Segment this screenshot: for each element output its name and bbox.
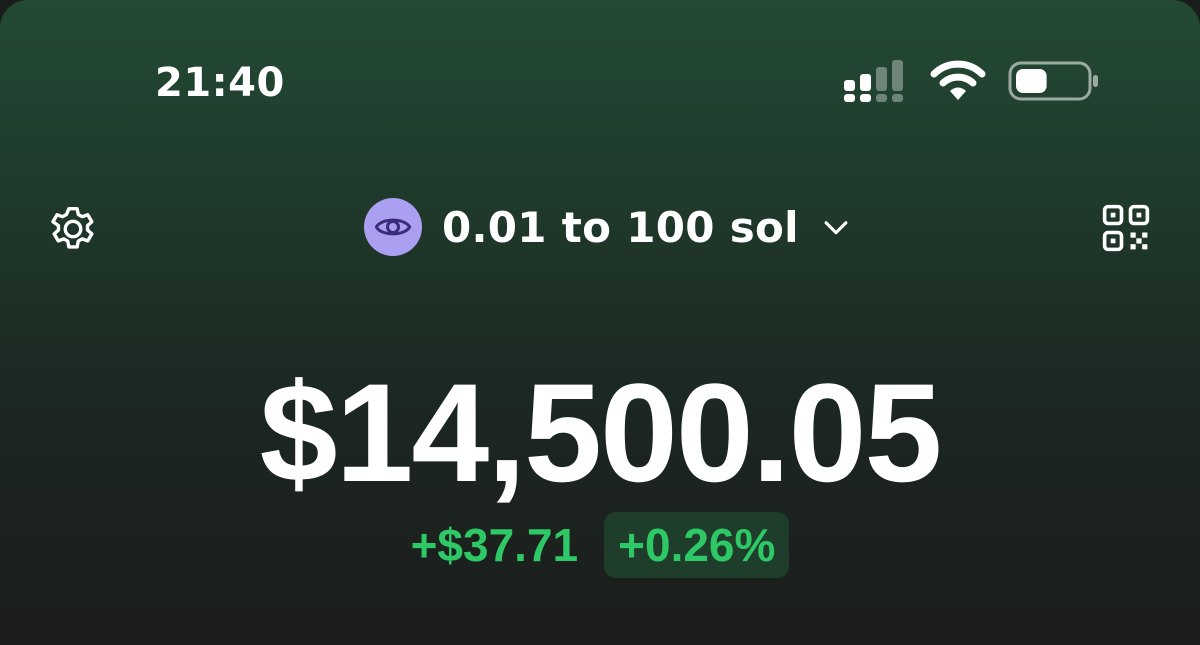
account-selector[interactable]: 0.01 to 100 sol (364, 196, 853, 258)
cellular-signal-icon (844, 60, 903, 102)
account-avatar (364, 198, 422, 256)
eye-icon (374, 218, 412, 236)
battery-icon (1008, 61, 1098, 101)
gear-icon (51, 207, 94, 249)
portfolio-balance: $14,500.05 (259, 354, 943, 511)
wallet-home-screen: 21:40 0.01 to 100 sol $14,500.05 +$37.71… (0, 0, 1200, 645)
qr-code-icon (1102, 204, 1150, 252)
portfolio-change: +$37.71 +0.26% (0, 512, 1200, 578)
chevron-down-icon (824, 221, 848, 235)
status-icons (844, 58, 1100, 104)
change-percent-badge: +0.26% (604, 512, 790, 578)
settings-button[interactable] (42, 198, 104, 260)
qr-code-button[interactable] (1096, 198, 1156, 258)
header-bar: 0.01 to 100 sol (0, 192, 1200, 262)
change-amount: +$37.71 (410, 519, 579, 571)
status-time: 21:40 (155, 60, 285, 106)
account-name: 0.01 to 100 sol (442, 202, 799, 252)
wifi-icon (930, 60, 986, 100)
